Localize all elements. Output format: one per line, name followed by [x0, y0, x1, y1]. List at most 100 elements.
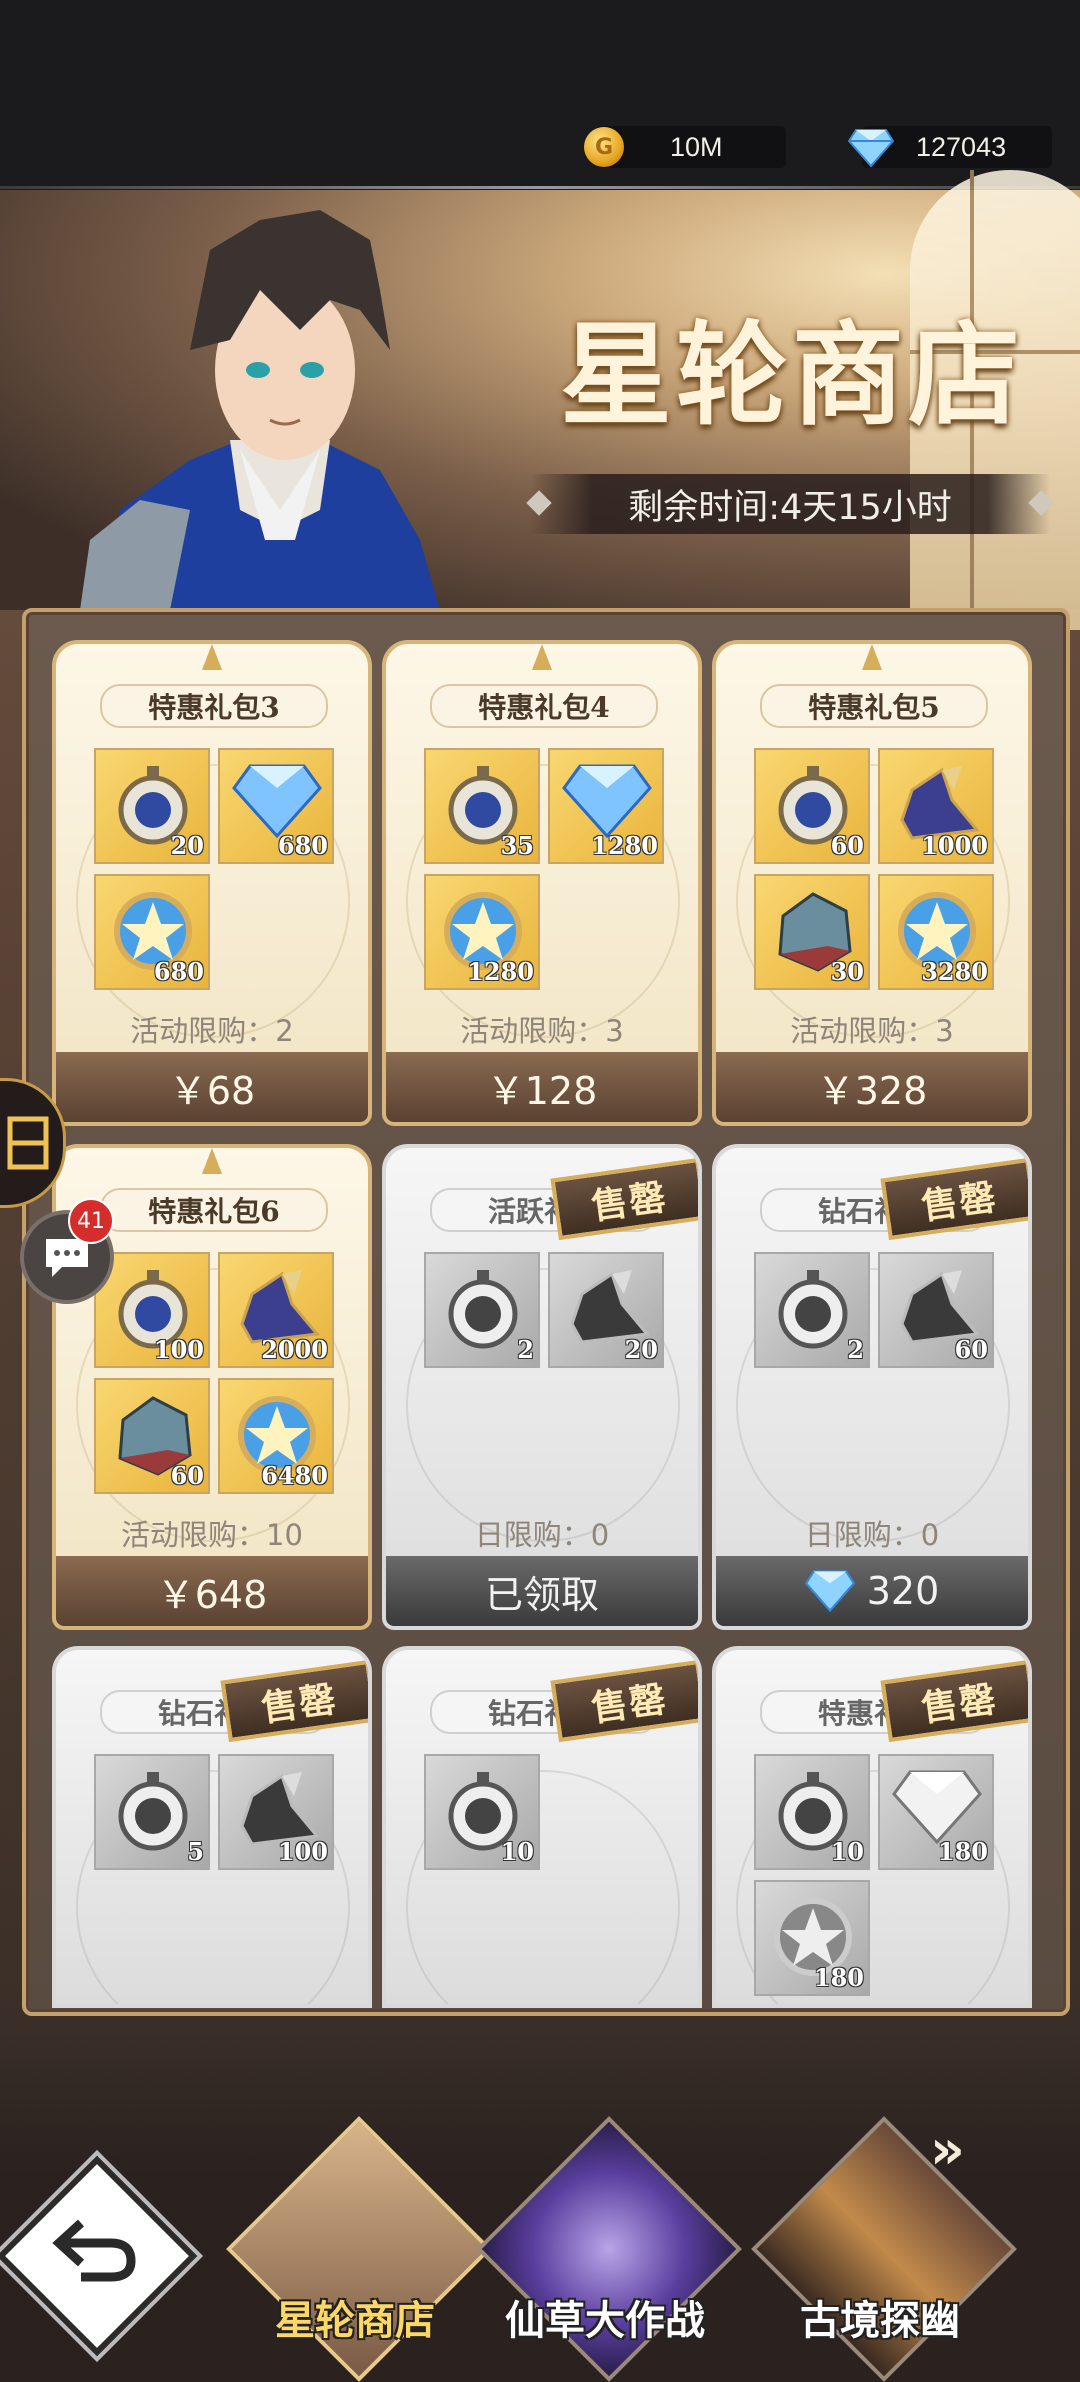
diamond-icon: [232, 764, 322, 839]
pack-item: 20: [548, 1252, 664, 1368]
pack-item: 680: [94, 874, 210, 990]
tab-label: 星轮商店: [275, 2297, 435, 2344]
pocket-watch-icon: [118, 1772, 188, 1851]
pack-name: 特惠礼包5: [760, 684, 988, 728]
diamond-icon: [804, 1570, 855, 1613]
tab-label: 古境探幽: [800, 2297, 960, 2344]
purchase-limit: 活动限购：3: [790, 1014, 954, 1048]
pack-item: 1280: [548, 748, 664, 864]
chevron-right-icon[interactable]: »: [930, 2118, 965, 2181]
pack-item: 3280: [878, 874, 994, 990]
pack-name: 特惠礼包3: [100, 684, 328, 728]
back-arrow-icon: [46, 2210, 146, 2290]
sold-out-stamp: 售罄: [220, 1659, 368, 1743]
item-quantity: 1280: [591, 831, 658, 860]
chat-unread-badge: 41: [68, 1198, 114, 1244]
price-button[interactable]: ￥328: [716, 1052, 1028, 1122]
item-quantity: 180: [937, 1837, 988, 1866]
sold-out-stamp: 售罄: [880, 1157, 1028, 1241]
pack-item: 6480: [218, 1378, 334, 1494]
item-quantity: 60: [830, 831, 864, 860]
item-quantity: 10: [500, 1837, 534, 1866]
pack-card[interactable]: 钻石礼包 售罄 2 60 日限购：0 320: [712, 1144, 1032, 1630]
remaining-time: 剩余时间:4天15小时: [530, 474, 1050, 534]
claimed-button[interactable]: 已领取: [386, 1556, 698, 1626]
purchase-limit: 活动限购：10: [121, 1518, 303, 1552]
pack-name: 特惠礼包6: [100, 1188, 328, 1232]
pack-item: 20: [94, 748, 210, 864]
diamond-icon: [562, 764, 652, 839]
price-value: 320: [866, 1569, 940, 1613]
diamond-icon: [892, 1770, 982, 1845]
purchase-limit: 活动限购：2: [130, 1014, 294, 1048]
pack-card[interactable]: 活跃礼包 售罄 2 20 日限购：0 已领取: [382, 1144, 702, 1630]
price-button[interactable]: ￥68: [56, 1052, 368, 1122]
item-quantity: 6480: [261, 1461, 328, 1490]
pack-item: 5: [94, 1754, 210, 1870]
price-button[interactable]: ￥128: [386, 1052, 698, 1122]
pack-card[interactable]: 特惠礼包4 35 1280 1280 活动限购：3 ￥128: [382, 640, 702, 1126]
item-quantity: 1280: [467, 957, 534, 986]
pack-item: 2000: [218, 1252, 334, 1368]
pack-item: 10: [754, 1754, 870, 1870]
sold-out-stamp: 售罄: [550, 1659, 698, 1743]
crown-ornament-icon: [202, 644, 222, 670]
item-quantity: 1000: [921, 831, 988, 860]
tab-label: 仙草大作战: [505, 2297, 705, 2344]
pack-item: 1280: [424, 874, 540, 990]
item-quantity: 3280: [921, 957, 988, 986]
sold-out-stamp: 售罄: [880, 1659, 1028, 1743]
pack-card[interactable]: 特惠礼包3 20 680 680 活动限购：2 ￥68: [52, 640, 372, 1126]
pocket-watch-icon: [778, 1270, 848, 1349]
gold-counter[interactable]: G 10M: [584, 126, 786, 168]
item-quantity: 60: [170, 1461, 204, 1490]
gold-value: 10M: [670, 131, 723, 162]
pack-item: 1000: [878, 748, 994, 864]
diamond-counter[interactable]: 127043: [848, 126, 1052, 168]
purchase-limit: 日限购：0: [804, 1518, 940, 1552]
diamond-icon: [848, 129, 894, 168]
item-quantity: 100: [277, 1837, 328, 1866]
pack-item: 60: [878, 1252, 994, 1368]
item-quantity: 2000: [261, 1335, 328, 1364]
diamond-price-button[interactable]: 320: [716, 1556, 1028, 1626]
tab-star-shop[interactable]: 星轮商店: [226, 2116, 492, 2382]
pack-item: 60: [754, 748, 870, 864]
item-quantity: 680: [153, 957, 204, 986]
item-quantity: 20: [170, 831, 204, 860]
pack-item: 10: [424, 1754, 540, 1870]
pack-item: 2: [754, 1252, 870, 1368]
item-quantity: 30: [830, 957, 864, 986]
pack-item: 680: [218, 748, 334, 864]
crown-ornament-icon: [862, 644, 882, 670]
crown-ornament-icon: [532, 644, 552, 670]
item-quantity: 35: [500, 831, 534, 860]
tab-herb-battle[interactable]: 仙草大作战: [476, 2116, 742, 2382]
crown-ornament-icon: [202, 1148, 222, 1174]
purchase-limit: 日限购：0: [474, 1518, 610, 1552]
item-quantity: 10: [830, 1837, 864, 1866]
tab-ancient-realm[interactable]: 古境探幽: [751, 2116, 1017, 2382]
purchase-limit: 活动限购：3: [460, 1014, 624, 1048]
pack-item: 100: [218, 1754, 334, 1870]
sold-out-stamp: 售罄: [550, 1157, 698, 1241]
item-quantity: 100: [153, 1335, 204, 1364]
pack-name: 特惠礼包4: [430, 684, 658, 728]
top-divider: [0, 186, 1080, 189]
pack-card[interactable]: 钻石礼包 售罄 5 100: [52, 1646, 372, 2008]
price-button[interactable]: ￥648: [56, 1556, 368, 1626]
item-quantity: 180: [813, 1963, 864, 1992]
item-quantity: 20: [624, 1335, 658, 1364]
hero-character-portrait: [80, 210, 440, 610]
pack-card[interactable]: 特惠礼包5 60 1000 30 3280 活动限购：3 ￥328: [712, 640, 1032, 1126]
diamond-value: 127043: [916, 131, 1007, 162]
pack-card[interactable]: 钻石礼包 售罄 10: [382, 1646, 702, 2008]
pack-card[interactable]: 特惠礼包 售罄 10 180 180: [712, 1646, 1032, 2008]
pocket-watch-icon: [448, 1270, 518, 1349]
item-quantity: 2: [847, 1335, 864, 1364]
shop-title: 星轮商店: [560, 310, 1024, 441]
pack-item: 2: [424, 1252, 540, 1368]
item-quantity: 60: [954, 1335, 988, 1364]
pack-item: 180: [878, 1754, 994, 1870]
item-quantity: 5: [187, 1837, 204, 1866]
